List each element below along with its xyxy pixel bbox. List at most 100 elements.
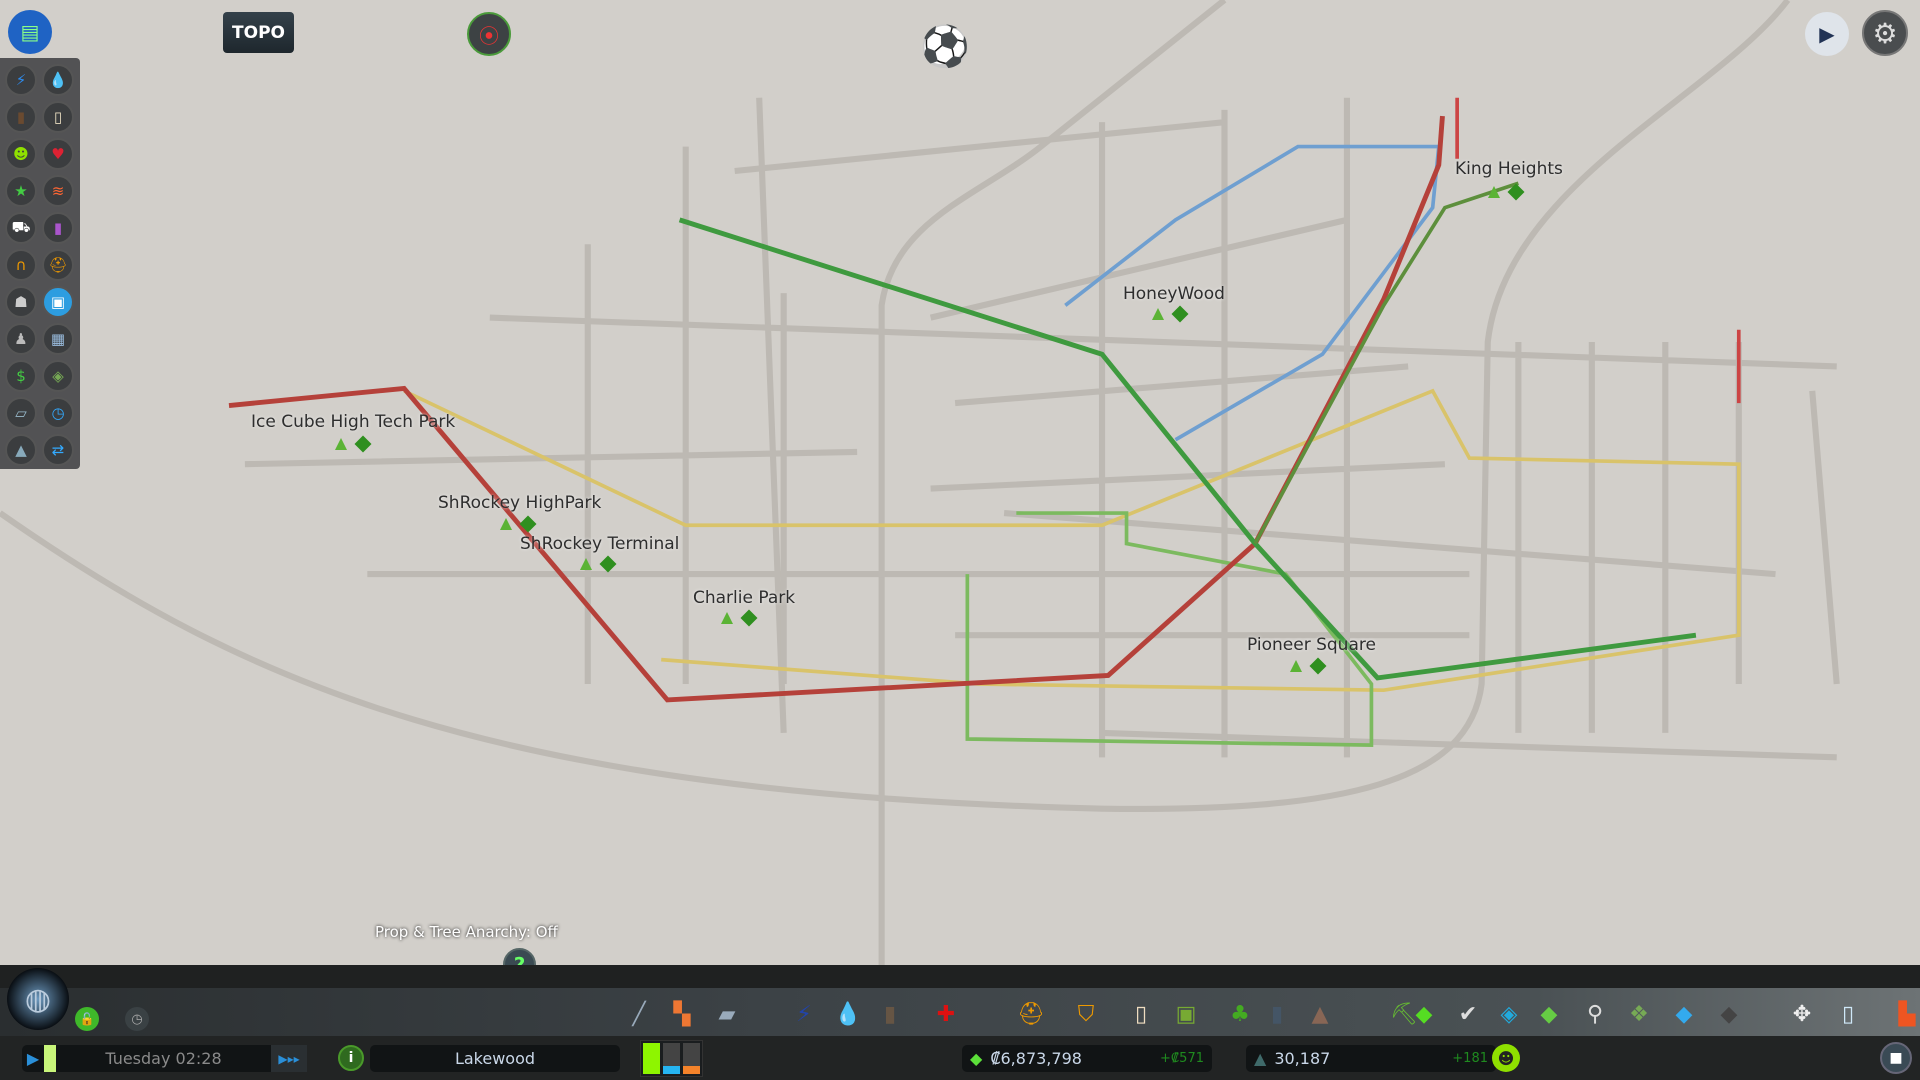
info-view-routes-button[interactable]: ◷ [42,397,74,429]
info-view-crime-button[interactable]: ☗ [5,286,37,318]
toolbar-garbage-button[interactable]: ▮ [876,1000,904,1028]
info-view-noise-button[interactable]: ∩ [5,249,37,281]
toolbar-electricity-button[interactable]: ⚡ [790,1000,818,1028]
population-delta: +181 [1452,1051,1488,1066]
info-view-buildings-button[interactable]: ▦ [42,323,74,355]
tree-icon [500,518,512,530]
toolbar-healthcare-button[interactable]: ✚ [932,1000,960,1028]
layers-icon: ▤ [20,20,40,44]
info-button[interactable]: i [338,1045,364,1071]
info-view-wind-button[interactable]: ≋ [42,175,74,207]
city-map[interactable] [0,0,1920,965]
money-balance: ₡6,873,798 [990,1049,1082,1068]
zone-demand-meter[interactable] [640,1040,703,1077]
chirper-bird-icon: ⚽ [920,23,970,70]
park-icon [1309,657,1327,675]
free-camera-button[interactable]: ■ [1880,1042,1912,1074]
toolbar-unique-buildings-button[interactable]: ▲ [1306,1000,1334,1028]
district-pins [580,555,617,573]
info-view-health-button[interactable]: ♥ [42,138,74,170]
info-view-garbage-button[interactable]: ▮ [5,101,37,133]
tree-icon [335,438,347,450]
district-pins [500,515,537,533]
toolbar-search-button[interactable]: ⚲ [1581,1000,1609,1028]
info-view-traffic-button[interactable]: ⛟ [5,212,37,244]
traffic-light-icon: ⦿ [479,23,499,48]
map-label-district[interactable]: King Heights [1455,159,1563,179]
toolbar-education-button[interactable]: ▯ [1127,1000,1155,1028]
toolbar-water-tool-button[interactable]: ◆ [1670,1000,1698,1028]
info-view-traffic-routes-button[interactable]: ⇄ [42,434,74,466]
traffic-manager-button[interactable]: ⦿ [467,12,511,56]
topo-toggle-button[interactable]: TOPO [223,12,294,53]
happiness-indicator[interactable]: ☻ [1492,1044,1520,1072]
toolbar-terrain-tool-button[interactable]: ◆ [1715,1000,1743,1028]
speed-indicator [44,1045,56,1072]
info-view-terrain-button[interactable]: ▱ [5,397,37,429]
toolbar-bulldozer-button[interactable]: ▙ [1893,1000,1920,1028]
city-name[interactable]: Lakewood [370,1045,620,1072]
toolbar-zoning-button[interactable]: ▚ [668,1000,696,1028]
info-view-public-transport-button[interactable]: ▣ [42,286,74,318]
population-icon: ▲ [1254,1049,1267,1068]
toolbar-areas-button[interactable]: ◈ [1495,1000,1523,1028]
population-panel[interactable]: ▲ 30,187 +181 [1246,1045,1496,1072]
toolbar-top-strip [0,965,1920,989]
toolbar-lock-button[interactable]: ◆ [1535,1000,1563,1028]
toolbar-beautification-button[interactable]: ♣ [1226,1000,1254,1028]
globe-icon[interactable]: ◍ [7,968,69,1030]
money-panel[interactable]: ◆ ₡6,873,798 +₡571 [962,1045,1212,1072]
day-time: Tuesday 02:28 [105,1049,222,1068]
info-view-heights-button[interactable]: ▲ [5,434,37,466]
map-label-district[interactable]: ShRockey HighPark [438,493,601,513]
toolbar-monuments-button[interactable]: ▮ [1263,1000,1291,1028]
map-label-district[interactable]: ShRockey Terminal [520,534,679,554]
info-icon: i [348,1050,354,1066]
city-logo: ◍ 🔓 ◷ [5,962,155,1037]
camera-icon: ■ [1889,1050,1903,1066]
park-icon [354,435,372,453]
map-label-district[interactable]: Pioneer Square [1247,635,1376,655]
unlock-icon[interactable]: 🔓 [75,1007,99,1031]
info-view-natural-resources-button[interactable]: ◈ [42,360,74,392]
info-view-population-button[interactable]: ♟ [5,323,37,355]
map-label-district[interactable]: HoneyWood [1123,284,1225,304]
info-view-happiness-button[interactable]: ☻ [5,138,37,170]
toolbar-districts-button[interactable]: ▰ [713,1000,741,1028]
info-view-economy-button[interactable]: $ [5,360,37,392]
unlock-layers-button[interactable]: ▤ [8,10,52,54]
speed-button[interactable]: ▶▸▸ [271,1045,307,1072]
play-button[interactable]: ▶ [22,1049,44,1068]
toolbar-selection-button[interactable]: ▯ [1834,1000,1862,1028]
park-icon [1171,305,1189,323]
toolbar-public-transport-button[interactable]: ▣ [1172,1000,1200,1028]
tree-icon [721,612,733,624]
map-label-district[interactable]: Charlie Park [693,588,795,608]
toolbar-policies-button[interactable]: ✔ [1454,1000,1482,1028]
info-view-pollution-button[interactable]: ▮ [42,212,74,244]
district-pins [1290,657,1327,675]
toolbar-fire-department-button[interactable]: ⛑ [1017,1000,1045,1028]
map-label-district[interactable]: Ice Cube High Tech Park [251,412,455,432]
camera-icon: ▶ [1819,22,1835,46]
district-pins [721,609,758,627]
chirper-button[interactable]: ⚽ [918,10,972,82]
tree-icon [1290,660,1302,672]
toolbar-roads-button[interactable]: ╱ [625,1000,653,1028]
happy-face-icon: ☻ [1497,1048,1515,1068]
settings-button[interactable]: ⚙ [1862,10,1908,56]
district-pins [1488,183,1525,201]
info-view-education-button[interactable]: ▯ [42,101,74,133]
info-view-water-button[interactable]: 💧 [42,64,74,96]
toolbar-money-button[interactable]: ◆ [1410,1000,1438,1028]
clock-icon[interactable]: ◷ [125,1007,149,1031]
toolbar-water-button[interactable]: 💧 [834,1000,862,1028]
info-view-fire-button[interactable]: ⛑ [42,249,74,281]
toolbar-police-button[interactable]: ⛉ [1072,1000,1100,1028]
info-view-landvalue-button[interactable]: ★ [5,175,37,207]
info-view-electricity-button[interactable]: ⚡ [5,64,37,96]
prop-tree-anarchy-status: Prop & Tree Anarchy: Off [375,923,558,941]
toolbar-move-it-button[interactable]: ✥ [1788,1000,1816,1028]
toolbar-resources-button[interactable]: ❖ [1625,1000,1653,1028]
camera-button[interactable]: ▶ [1805,12,1849,56]
